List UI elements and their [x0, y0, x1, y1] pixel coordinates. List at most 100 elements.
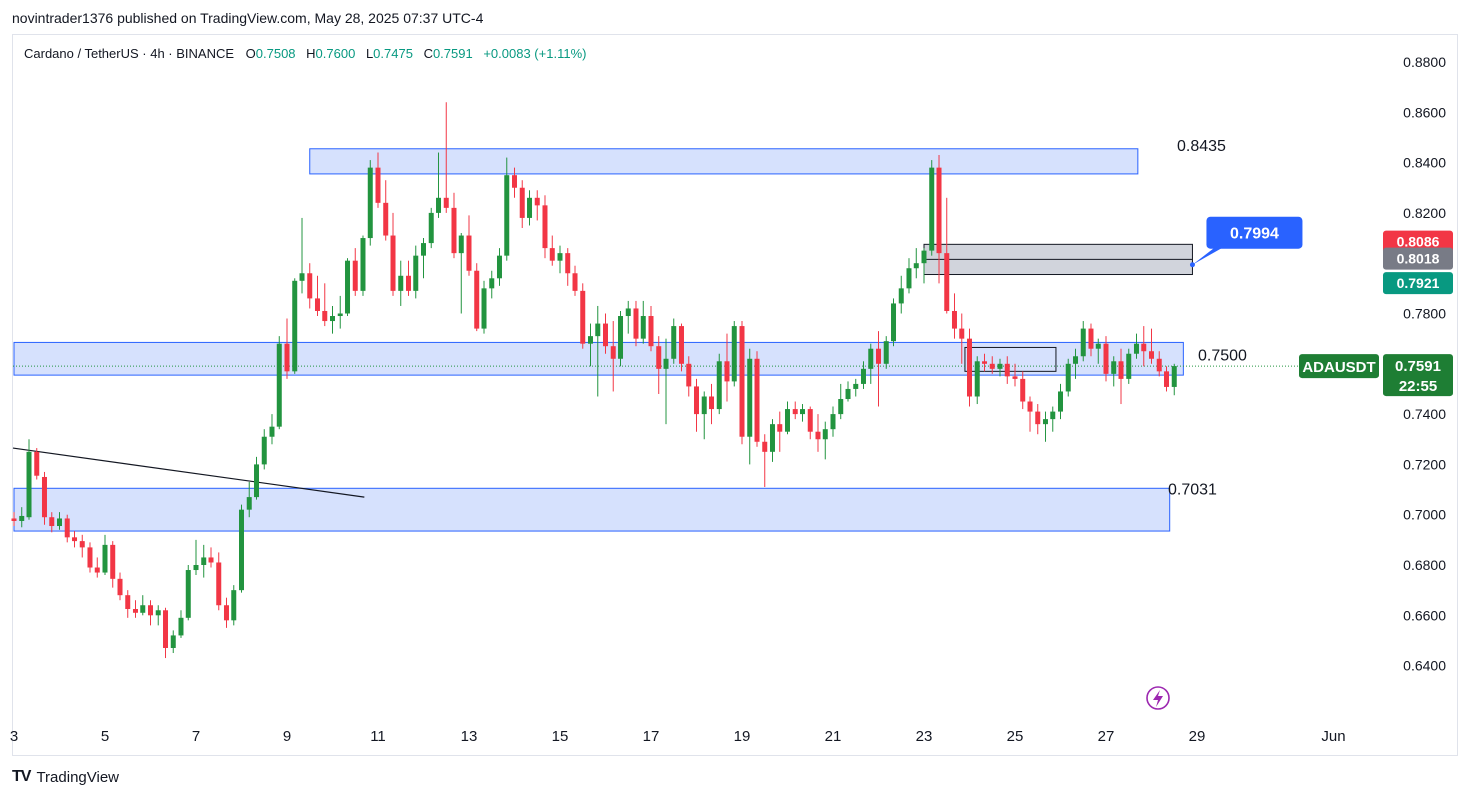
x-tick-label: 23 — [916, 728, 933, 745]
candle-body — [504, 175, 510, 256]
candle-body — [769, 424, 775, 452]
candle-body — [360, 238, 366, 291]
candle-body — [989, 363, 995, 369]
y-tick-label: 0.6400 — [1403, 658, 1446, 674]
candle-body — [807, 409, 813, 432]
zone-support — [13, 487, 1171, 532]
x-tick-label: 5 — [101, 728, 109, 745]
candle-body — [762, 441, 768, 452]
candle-body — [610, 346, 616, 359]
candle-body — [694, 386, 699, 415]
candle-body — [125, 595, 131, 610]
candle-body — [436, 197, 442, 213]
candle-body — [565, 253, 571, 274]
candle-body — [117, 578, 123, 596]
candle-body — [261, 436, 267, 465]
candle-body — [701, 396, 707, 415]
candle-body — [512, 175, 517, 188]
candle-body — [633, 308, 639, 339]
candle-body — [64, 518, 70, 538]
y-tick-label: 0.8800 — [1403, 54, 1446, 70]
candle-body — [72, 537, 78, 542]
candle-body — [898, 288, 904, 304]
candle-body — [345, 260, 351, 314]
callout-label: 0.7994 — [1230, 226, 1279, 243]
candle-body — [299, 273, 305, 281]
x-tick-label: 9 — [283, 728, 291, 745]
zone-label-resistance: 0.8435 — [1177, 138, 1226, 155]
x-tick-label: Jun — [1321, 728, 1345, 745]
candle-body — [337, 313, 343, 317]
candle-body — [1020, 378, 1026, 402]
candle-body — [481, 288, 487, 329]
y-tick-label: 0.8400 — [1403, 155, 1446, 171]
candle-body — [110, 544, 116, 579]
x-tick-label: 29 — [1189, 728, 1206, 745]
candle-body — [428, 212, 434, 244]
tradingview-logo[interactable]: TV TradingView — [12, 768, 119, 786]
candle-body — [49, 517, 55, 527]
candle-body — [398, 275, 404, 291]
candle-body — [891, 303, 897, 342]
x-tick-label: 27 — [1098, 728, 1115, 745]
zone-label-support: 0.7031 — [1168, 481, 1217, 498]
candle-body — [458, 235, 464, 254]
y-tick-label: 0.7200 — [1403, 456, 1446, 472]
time-axis: 3 5 7 9 11 13 15 17 19 21 23 25 27 29 Jun — [10, 728, 1346, 745]
candle-body — [390, 235, 396, 291]
candle-body — [618, 316, 624, 359]
x-tick-label: 7 — [192, 728, 200, 745]
candle-body — [352, 260, 358, 291]
zone-resistance — [309, 148, 1139, 175]
candle-body — [640, 316, 646, 339]
candle-body — [800, 409, 806, 415]
candle-body — [1111, 361, 1117, 374]
candle-body — [102, 544, 108, 573]
price-chart[interactable]: 0.84350.75000.70310.7994 0.88000.86000.8… — [0, 0, 1472, 799]
candle-body — [148, 605, 153, 616]
candle-body — [656, 346, 662, 369]
candle-body — [1065, 363, 1071, 392]
labels-layer: 0.8435 0.7500 0.7031 0.7994 — [1168, 138, 1303, 498]
candle-body — [421, 243, 426, 256]
candle-body — [1027, 401, 1033, 412]
candle-body — [542, 205, 548, 249]
candle-body — [595, 323, 601, 337]
x-tick-label: 17 — [643, 728, 660, 745]
candle-body — [1042, 419, 1048, 425]
candle-body — [1133, 343, 1139, 354]
candle-body — [982, 361, 988, 364]
candle-body — [163, 610, 169, 648]
candle-body — [815, 431, 821, 440]
y-tick-label: 0.8200 — [1403, 205, 1446, 221]
candle-body — [549, 248, 555, 261]
candle-body — [557, 253, 563, 261]
candle-body — [1035, 411, 1041, 425]
candle-body — [466, 235, 472, 271]
candle-body — [1141, 343, 1147, 352]
candle-body — [785, 409, 790, 432]
candle-body — [625, 308, 631, 317]
candle-body — [87, 547, 93, 568]
candle-body — [383, 202, 389, 236]
candle-body — [155, 610, 161, 616]
symbol-tag-label: ADAUSDT — [1302, 359, 1375, 376]
candle-body — [603, 323, 608, 347]
candle-body — [201, 557, 207, 565]
candle-body — [754, 358, 760, 442]
candle-body — [822, 429, 828, 440]
candle-body — [1156, 358, 1162, 372]
candle-body — [1095, 343, 1101, 349]
candle-body — [185, 570, 191, 618]
candle-body — [580, 290, 586, 344]
candle-body — [845, 388, 851, 400]
replay-lightning-icon[interactable] — [1146, 686, 1170, 710]
candle-body — [1126, 353, 1132, 379]
candle-body — [587, 336, 593, 344]
candle-body — [1050, 411, 1056, 420]
candle-body — [936, 167, 942, 254]
x-tick-label: 13 — [461, 728, 478, 745]
candle-body — [489, 278, 495, 289]
axis-price-tag-label: 0.8086 — [1397, 234, 1440, 250]
candle-body — [322, 310, 328, 322]
